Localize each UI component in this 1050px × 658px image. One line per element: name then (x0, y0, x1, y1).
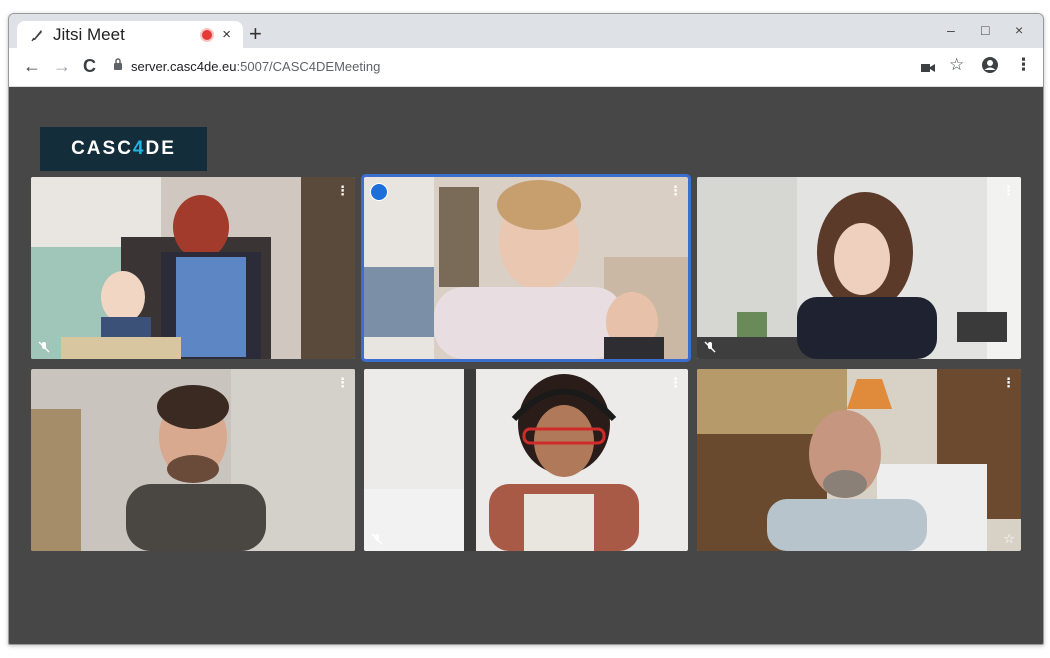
video-feed-1 (31, 177, 355, 359)
tile-menu-button[interactable]: ⋮ (1002, 375, 1015, 391)
browser-toolbar: ← → C server.casc4de.eu:5007/CASC4DEMeet… (9, 48, 1043, 87)
mic-muted-icon (704, 341, 716, 353)
tile-menu-button[interactable]: ⋮ (669, 375, 682, 391)
browser-menu-button[interactable]: ⋮ (1015, 55, 1032, 75)
video-tile-6[interactable]: ⋮ ☆ (697, 369, 1021, 551)
back-button[interactable]: ← (23, 56, 41, 76)
tile-menu-button[interactable]: ⋮ (336, 375, 349, 391)
mic-muted-icon (371, 533, 383, 545)
forward-button[interactable]: → (53, 56, 71, 76)
video-tile-1[interactable]: ⋮ (31, 177, 355, 359)
tile-menu-button[interactable]: ⋮ (1002, 183, 1015, 199)
minimize-button[interactable]: – (947, 22, 955, 38)
video-tile-3[interactable]: ⋮ (697, 177, 1021, 359)
reload-button[interactable]: C (83, 56, 96, 76)
new-tab-button[interactable]: + (249, 23, 262, 45)
close-window-button[interactable]: × (1015, 22, 1023, 38)
url-text: server.casc4de.eu:5007/CASC4DEMeeting (131, 59, 380, 74)
video-tile-2[interactable]: ⋮ (364, 177, 688, 359)
url-path: :5007/CASC4DEMeeting (236, 58, 381, 74)
active-speaker-icon (370, 183, 388, 201)
recording-indicator-icon (202, 29, 213, 40)
tab-strip: Jitsi Meet × + – □ × (9, 14, 1043, 48)
meeting-area: CASC4DE ⋮ ⋮ ⋮ ⋮ ⋮ ⋮ ☆ (9, 87, 1043, 644)
video-tile-5[interactable]: ⋮ (364, 369, 688, 551)
mic-muted-icon (38, 341, 50, 353)
url-host: server.casc4de.eu (131, 58, 237, 74)
video-feed-6 (697, 369, 1021, 551)
browser-window: Jitsi Meet × + – □ × ← → C server.casc4d… (8, 13, 1044, 645)
tab-title: Jitsi Meet (53, 24, 125, 44)
maximize-button[interactable]: □ (981, 22, 989, 38)
tab-jitsi-meet[interactable]: Jitsi Meet × (17, 21, 243, 48)
tile-menu-button[interactable]: ⋮ (336, 183, 349, 199)
tile-menu-button[interactable]: ⋮ (669, 183, 682, 199)
video-feed-3 (697, 177, 1021, 359)
video-feed-4 (31, 369, 355, 551)
video-feed-2 (364, 177, 688, 359)
address-bar[interactable]: server.casc4de.eu:5007/CASC4DEMeeting (113, 53, 913, 79)
profile-avatar-icon[interactable] (981, 56, 999, 79)
camera-in-use-icon[interactable] (921, 58, 935, 78)
video-feed-5 (364, 369, 688, 551)
moderator-star-icon: ☆ (1003, 531, 1015, 546)
bookmark-star-button[interactable]: ☆ (949, 55, 964, 75)
tab-close-button[interactable]: × (222, 26, 231, 43)
lock-icon (113, 57, 123, 75)
logo-text: CASC4DE (71, 138, 176, 159)
video-tile-4[interactable]: ⋮ (31, 369, 355, 551)
casc4de-logo: CASC4DE (40, 127, 207, 171)
jitsi-favicon-icon (29, 27, 45, 43)
